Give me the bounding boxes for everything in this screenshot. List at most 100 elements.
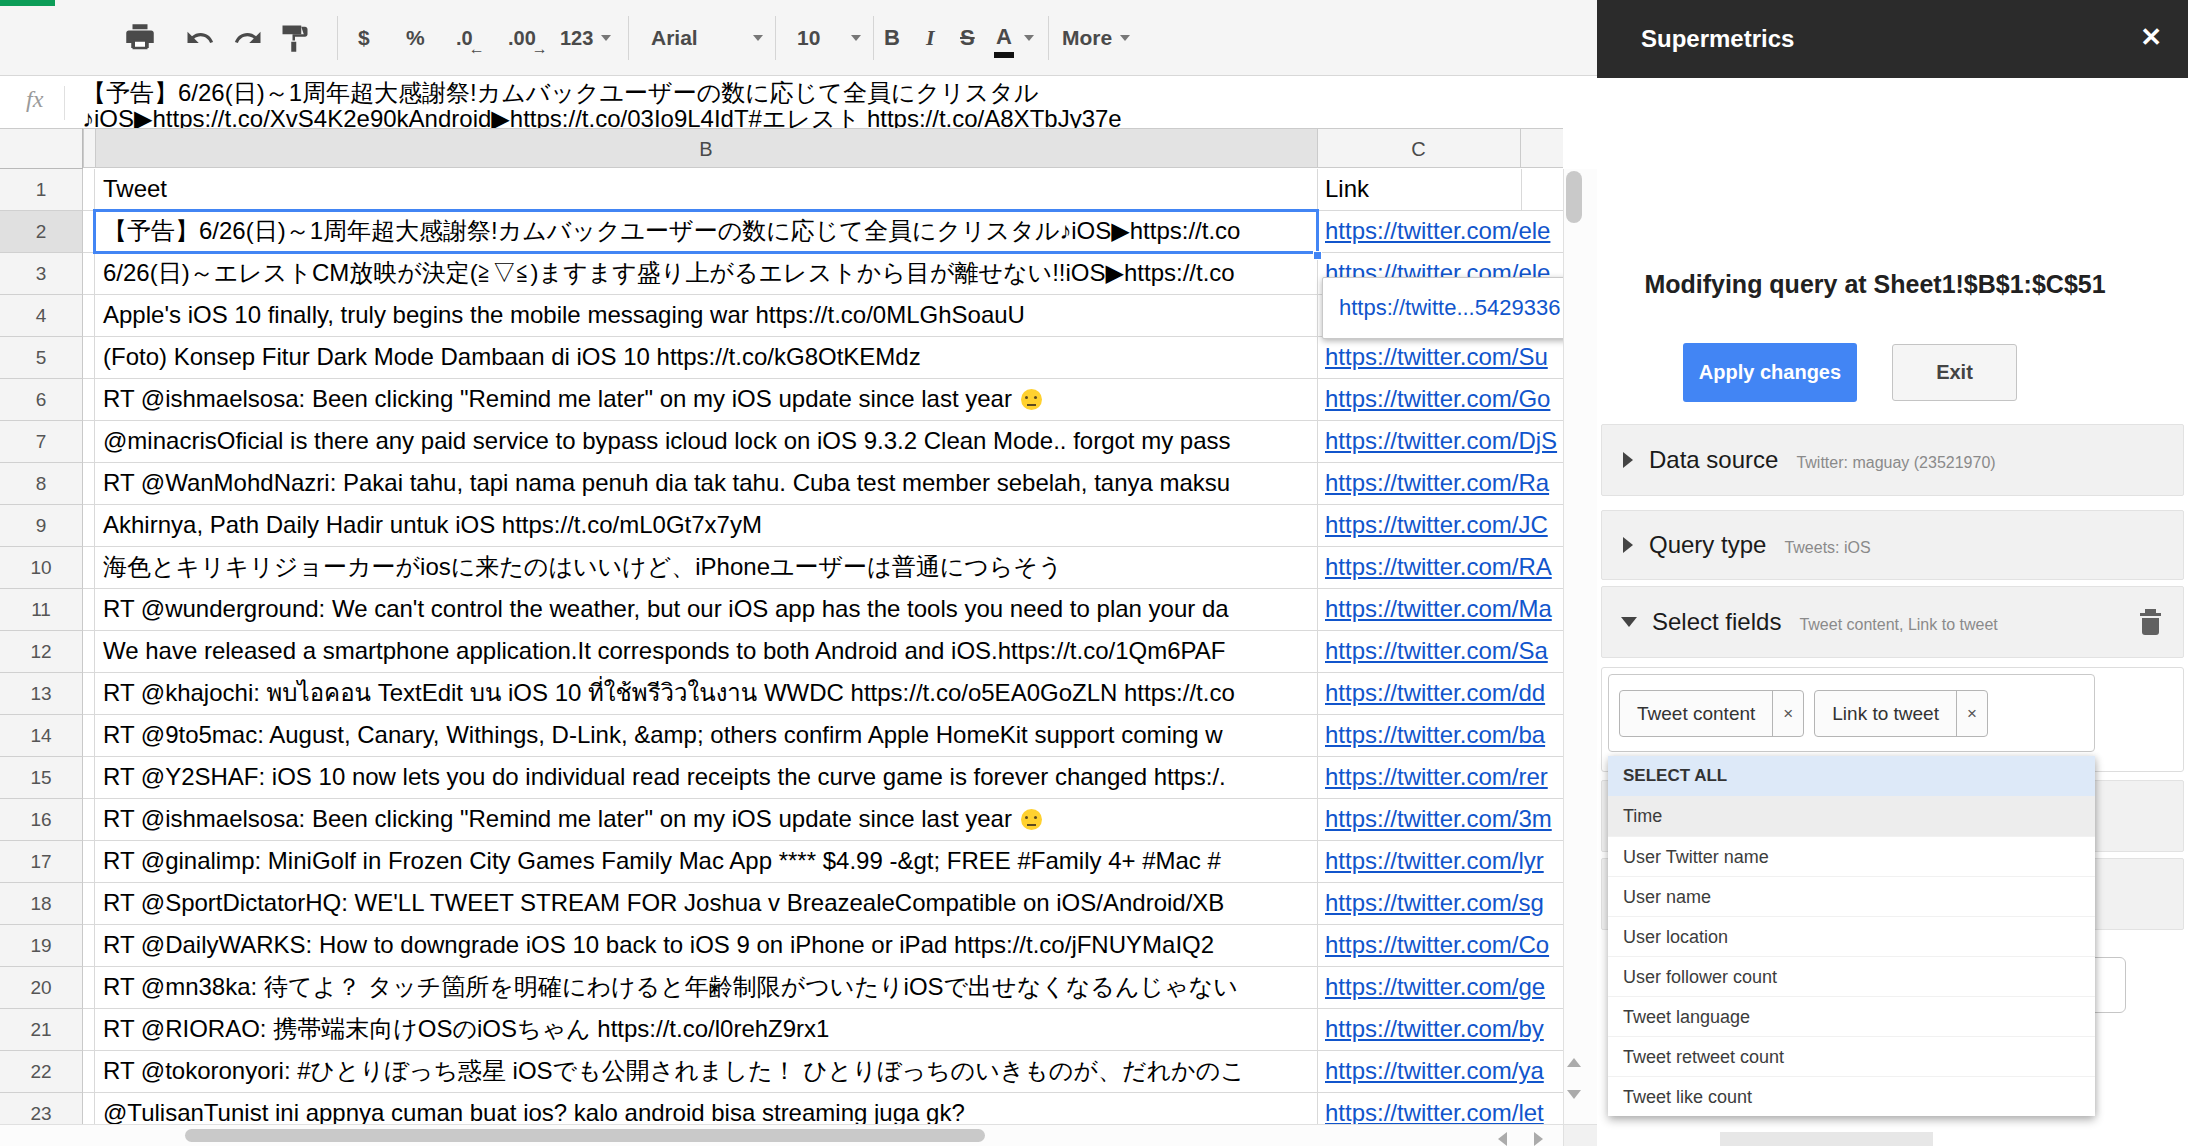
row-number[interactable]: 10 [0,547,83,589]
scroll-left-icon[interactable] [1498,1132,1507,1146]
tweet-link[interactable]: https://twitter.com/ele [1325,217,1550,244]
row-number[interactable]: 15 [0,757,83,799]
cell-a[interactable] [83,547,95,589]
bold-button[interactable]: B [884,0,900,76]
dropdown-item[interactable]: User name [1608,876,2095,916]
tweet-cell[interactable]: 6/26(日)～エレストCM放映が決定(≧▽≦)ますます盛り上がるエレストから目… [95,253,1317,295]
tweet-cell[interactable]: Tweet [95,169,1317,211]
tweet-link[interactable]: https://twitter.com/Sa [1325,637,1548,664]
cell-a[interactable] [83,799,95,841]
formula-text[interactable]: 【予告】6/26(日)～1周年超大感謝祭!カムバックユーザーの数に応じて全員にク… [82,80,1582,130]
link-cell[interactable]: https://twitter.com/lyr [1317,841,1563,883]
undo-icon[interactable] [184,0,216,76]
cell-a[interactable] [83,673,95,715]
tweet-cell[interactable]: RT @khajochi: พบไอคอน TextEdit บน iOS 10… [95,673,1317,715]
tweet-cell[interactable]: RT @RIORAO: 携帯端末向けOSのiOSちゃん https://t.co… [95,1009,1317,1051]
link-cell[interactable]: https://twitter.com/rer [1317,757,1563,799]
row-number[interactable]: 7 [0,421,83,463]
dropdown-item[interactable]: User location [1608,916,2095,956]
link-cell[interactable]: https://twitter.com/Co [1317,925,1563,967]
increase-decimal-button[interactable]: .00→ [508,0,536,76]
horizontal-scrollbar-thumb[interactable] [185,1129,985,1142]
tweet-link[interactable]: https://twitter.com/Co [1325,931,1549,958]
dropdown-item[interactable]: Time [1608,796,2095,836]
dropdown-item[interactable]: User follower count [1608,956,2095,996]
scroll-down-icon[interactable] [1567,1090,1581,1099]
vertical-scrollbar-thumb[interactable] [1566,171,1582,223]
tweet-cell[interactable]: @minacrisOficial is there any paid servi… [95,421,1317,463]
scroll-right-icon[interactable] [1534,1132,1543,1146]
row-number[interactable]: 18 [0,883,83,925]
cell-a[interactable] [83,379,95,421]
cell-a[interactable] [83,589,95,631]
tweet-cell[interactable]: RT @ishmaelsosa: Been clicking "Remind m… [95,379,1317,421]
text-color-button[interactable]: A [996,0,1034,76]
link-cell[interactable]: https://twitter.com/ya [1317,1051,1563,1093]
link-cell[interactable]: https://twitter.com/Ma [1317,589,1563,631]
column-header-c[interactable]: C [1317,129,1520,169]
dropdown-item[interactable]: SELECT ALL [1608,756,2095,796]
tweet-cell[interactable]: We have released a smartphone applicatio… [95,631,1317,673]
tweet-cell[interactable]: RT @DailyWARKS: How to downgrade iOS 10 … [95,925,1317,967]
row-number[interactable]: 4 [0,295,83,337]
font-family-select[interactable]: Arial [651,0,763,76]
cell-a[interactable] [83,337,95,379]
link-cell[interactable]: https://twitter.com/ge [1317,967,1563,1009]
dropdown-item[interactable]: Tweet language [1608,996,2095,1036]
cell-a[interactable] [83,631,95,673]
row-number[interactable]: 14 [0,715,83,757]
cell-a[interactable] [83,883,95,925]
cell-a[interactable] [83,925,95,967]
cell-a[interactable] [83,1009,95,1051]
cell-a[interactable] [83,1051,95,1093]
cell-a[interactable] [83,421,95,463]
cell-a[interactable] [83,253,95,295]
link-cell[interactable]: https://twitter.com/dd [1317,673,1563,715]
tweet-link[interactable]: https://twitter.com/JC [1325,511,1548,538]
tweet-cell[interactable]: RT @ishmaelsosa: Been clicking "Remind m… [95,799,1317,841]
tweet-cell[interactable]: RT @SportDictatorHQ: WE'LL TWEET STREAM … [95,883,1317,925]
number-format-button[interactable]: 123 [560,0,611,76]
cell-a[interactable] [83,505,95,547]
row-number[interactable]: 22 [0,1051,83,1093]
select-all-corner[interactable] [0,128,83,169]
tweet-cell[interactable]: (Foto) Konsep Fitur Dark Mode Dambaan di… [95,337,1317,379]
tweet-link[interactable]: https://twitter.com/rer [1325,763,1548,790]
dropdown-item[interactable]: User Twitter name [1608,836,2095,876]
cell-a[interactable] [83,715,95,757]
tweet-link[interactable]: https://twitter.com/lyr [1325,847,1544,874]
link-cell[interactable]: https://twitter.com/Go [1317,379,1563,421]
link-cell[interactable]: https://twitter.com/ba [1317,715,1563,757]
link-cell[interactable]: https://twitter.com/Sa [1317,631,1563,673]
currency-format-button[interactable]: $ [358,0,370,76]
row-number[interactable]: 9 [0,505,83,547]
section-query-type[interactable]: Query type Tweets: iOS [1601,510,2184,580]
cell-a[interactable] [83,463,95,505]
tweet-cell[interactable]: Akhirnya, Path Daily Hadir untuk iOS htt… [95,505,1317,547]
section-data-source[interactable]: Data source Twitter: maguay (23521970) [1601,424,2184,496]
tweet-link[interactable]: https://twitter.com/let [1325,1099,1544,1126]
link-cell[interactable]: https://twitter.com/Ra [1317,463,1563,505]
link-cell[interactable] [1317,295,1563,337]
tweet-link[interactable]: https://twitter.com/RA [1325,553,1552,580]
row-number[interactable]: 2 [0,211,83,253]
row-number[interactable]: 1 [0,169,83,211]
tweet-cell[interactable]: RT @tokoronyori: #ひとりぼっち惑星 iOSでも公開されました！… [95,1051,1317,1093]
row-number[interactable]: 19 [0,925,83,967]
tweet-cell[interactable]: Apple's iOS 10 finally, truly begins the… [95,295,1317,337]
tweet-link[interactable]: https://twitter.com/DjS [1325,427,1557,454]
cell-a[interactable] [83,841,95,883]
column-header-b[interactable]: B [95,129,1317,169]
tweet-cell[interactable]: 海色とキリキリジョーカーがiosに来たのはいいけど、iPhoneユーザーは普通に… [95,547,1317,589]
row-number[interactable]: 6 [0,379,83,421]
percent-format-button[interactable]: % [406,0,425,76]
link-cell[interactable]: https://twitter.com/sg [1317,883,1563,925]
remove-field-icon[interactable]: × [1772,691,1803,736]
tweet-link[interactable]: https://twitter.com/ya [1325,1057,1544,1084]
link-cell[interactable]: Link [1317,169,1563,211]
dropdown-item[interactable]: Tweet like count [1608,1076,2095,1116]
tweet-link[interactable]: https://twitter.com/Ma [1325,595,1552,622]
row-number[interactable]: 20 [0,967,83,1009]
row-number[interactable]: 16 [0,799,83,841]
paint-format-icon[interactable] [280,0,310,76]
